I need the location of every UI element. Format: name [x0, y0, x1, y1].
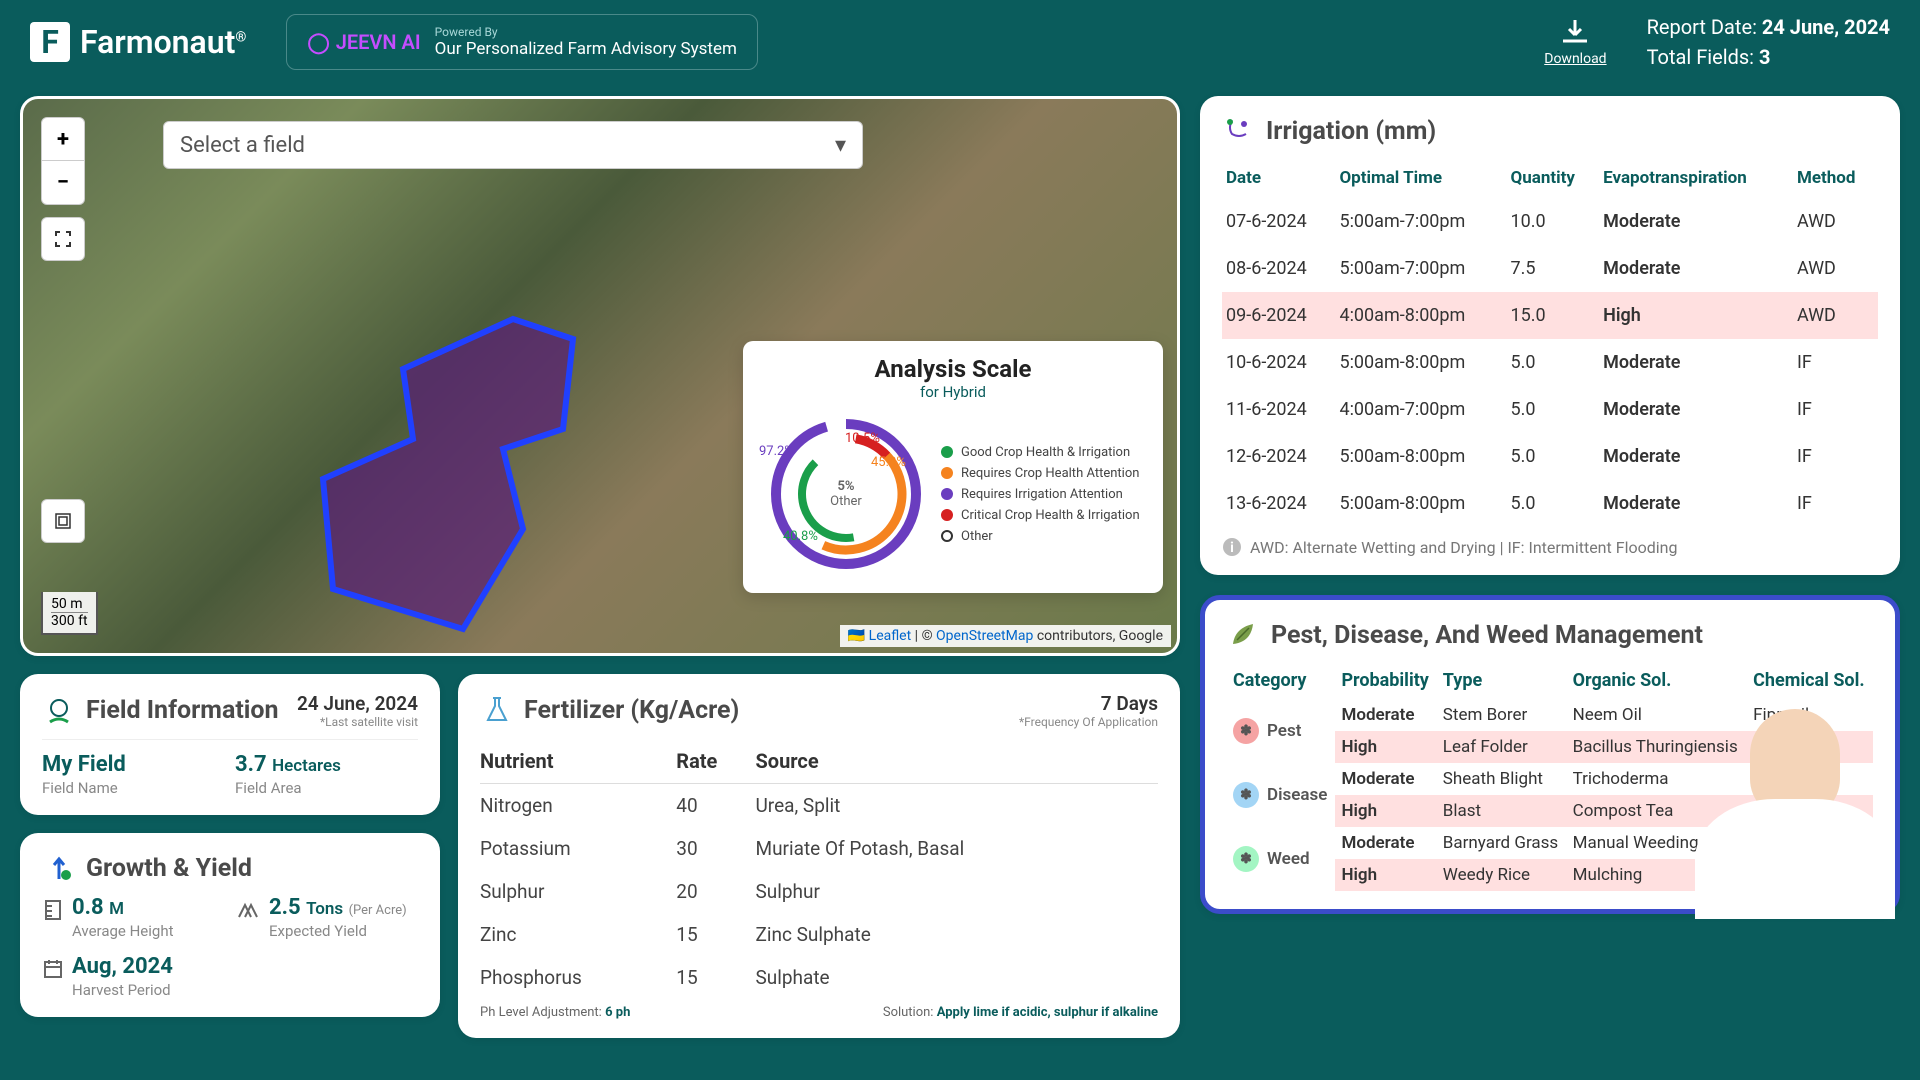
layers-button[interactable] [41, 499, 85, 543]
fertilizer-card: Fertilizer (Kg/Acre) 7 Days*Frequency Of… [458, 674, 1180, 1038]
fullscreen-button[interactable] [41, 217, 85, 261]
growth-icon [42, 851, 76, 885]
table-row: Zinc15Zinc Sulphate [480, 913, 1158, 956]
field-info-card: Field Information 24 June, 2024*Last sat… [20, 674, 440, 815]
brand-logo: F Farmonaut® [30, 22, 246, 62]
calendar-icon [42, 958, 64, 980]
table-row: 08-6-20245:00am-7:00pm7.5ModerateAWD [1222, 245, 1878, 292]
legend-item: Good Crop Health & Irrigation [941, 445, 1145, 460]
legend-item: Other [941, 529, 1145, 544]
legend-item: Critical Crop Health & Irrigation [941, 508, 1145, 523]
field-polygon[interactable] [313, 309, 753, 656]
download-button[interactable]: Download [1544, 17, 1606, 67]
growth-card: Growth & Yield 0.8 MAverage Height 2.5 T… [20, 833, 440, 1017]
grain-icon [235, 899, 261, 921]
pest-card: Pest, Disease, And Weed Management Categ… [1200, 595, 1900, 914]
table-row: 10-6-20245:00am-8:00pm5.0ModerateIF [1222, 339, 1878, 386]
table-row: 11-6-20244:00am-7:00pm5.0ModerateIF [1222, 386, 1878, 433]
jeevn-badge: ◯ JEEVN AI Powered By Our Personalized F… [286, 14, 758, 70]
scale-bar: 50 m 300 ft [41, 592, 98, 635]
flask-icon [480, 694, 514, 728]
table-row: 13-6-20245:00am-8:00pm5.0ModerateIF [1222, 480, 1878, 527]
legend-item: Requires Irrigation Attention [941, 487, 1145, 502]
fullscreen-icon [54, 230, 72, 248]
table-row: 12-6-20245:00am-8:00pm5.0ModerateIF [1222, 433, 1878, 480]
table-row: 07-6-20245:00am-7:00pm10.0ModerateAWD [1222, 198, 1878, 245]
zoom-in-button[interactable]: + [41, 117, 85, 161]
analysis-title: Analysis Scale [761, 355, 1145, 383]
analysis-donut: 5%Other 97.2% 10.5% 45.8% 40.8% [761, 409, 931, 579]
ruler-icon [42, 899, 64, 921]
download-icon [1557, 17, 1593, 47]
irrigation-icon [1222, 114, 1256, 148]
osm-link[interactable]: OpenStreetMap [936, 628, 1033, 644]
table-row: 09-6-20244:00am-8:00pm15.0HighAWD [1222, 292, 1878, 339]
location-icon [42, 694, 76, 728]
irrigation-card: Irrigation (mm) DateOptimal TimeQuantity… [1200, 96, 1900, 575]
leaflet-link[interactable]: Leaflet [869, 628, 912, 644]
info-icon: i [1222, 537, 1242, 557]
layers-icon [53, 511, 73, 531]
svg-text:i: i [1230, 540, 1234, 556]
map-attribution: 🇺🇦 Leaflet | © OpenStreetMap contributor… [840, 625, 1171, 647]
table-row: Sulphur20Sulphur [480, 870, 1158, 913]
brand-icon: F [30, 22, 70, 62]
jeevn-icon: ◯ JEEVN AI [307, 30, 420, 54]
field-select[interactable]: Select a field ▾ [163, 121, 863, 169]
chevron-down-icon: ▾ [835, 133, 846, 158]
legend-item: Requires Crop Health Attention [941, 466, 1145, 481]
table-row: Nitrogen40Urea, Split [480, 784, 1158, 828]
leaf-icon [1227, 618, 1261, 652]
zoom-out-button[interactable]: − [41, 161, 85, 205]
assistant-avatar [1685, 659, 1905, 919]
table-row: Phosphorus15Sulphate [480, 956, 1158, 999]
irrigation-footer: i AWD: Alternate Wetting and Drying | IF… [1222, 537, 1878, 557]
map-card[interactable]: + − Select a field ▾ 50 m 300 ft 🇺🇦 Leaf… [20, 96, 1180, 656]
table-row: Potassium30Muriate Of Potash, Basal [480, 827, 1158, 870]
report-meta: Report Date: 24 June, 2024 Total Fields:… [1647, 12, 1890, 72]
analysis-panel: Analysis Scale for Hybrid 5%Other 97.2% [743, 341, 1163, 593]
